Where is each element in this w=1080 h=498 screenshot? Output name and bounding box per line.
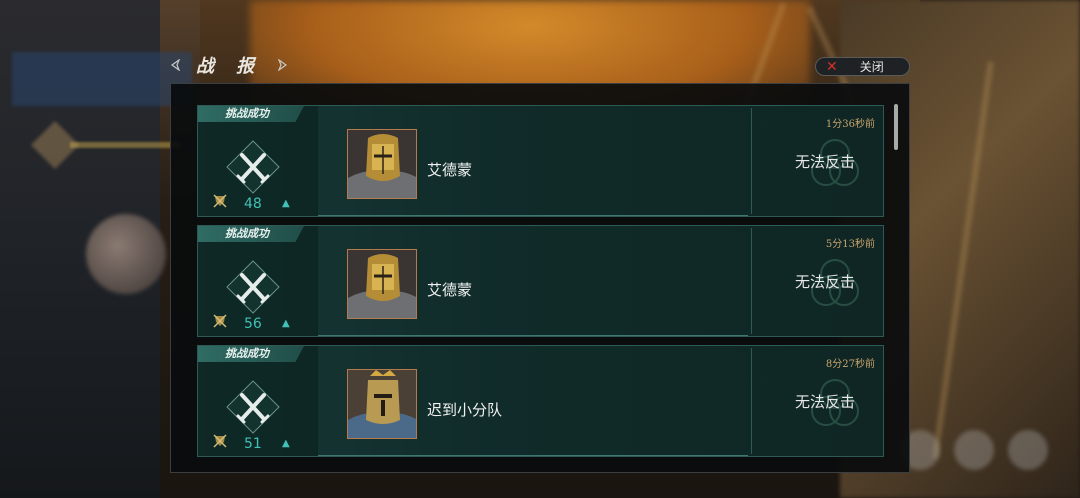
up-arrow-icon: ▲ <box>282 438 290 449</box>
report-card[interactable]: 挑战成功 51 ▲ 迟到小分队 8分27秒前 无法反击 <box>197 345 884 457</box>
counterattack-status: 无法反击 <box>795 393 856 411</box>
card-divider <box>751 228 752 334</box>
close-button-label: 关闭 <box>859 60 884 74</box>
result-badge: 挑战成功 <box>198 226 304 242</box>
scrollbar[interactable] <box>894 104 898 150</box>
opponent-portrait[interactable] <box>347 129 417 199</box>
up-arrow-icon: ▲ <box>282 198 290 209</box>
counterattack-status: 无法反击 <box>795 153 856 171</box>
opponent-name: 迟到小分队 <box>427 401 503 419</box>
page-title: 战 报 <box>196 56 263 77</box>
score-value: 56 <box>244 316 262 332</box>
opponent-portrait[interactable] <box>347 369 417 439</box>
next-arrow-icon[interactable] <box>276 59 288 71</box>
rank-emblem-icon <box>213 434 227 448</box>
time-ago: 5分13秒前 <box>825 239 875 250</box>
rank-emblem-icon <box>213 314 227 328</box>
card-divider <box>751 108 752 214</box>
close-button[interactable]: ✕ 关闭 <box>815 57 910 76</box>
time-ago: 8分27秒前 <box>825 359 875 370</box>
rank-emblem-icon <box>213 194 227 208</box>
report-card[interactable]: 挑战成功 56 ▲ 艾德蒙 5分13秒前 无法反击 <box>197 225 884 337</box>
crossed-swords-icon <box>226 260 280 314</box>
blurred-hud-icons <box>900 430 1070 480</box>
close-icon: ✕ <box>826 58 838 75</box>
opponent-portrait[interactable] <box>347 249 417 319</box>
crossed-swords-icon <box>226 380 280 434</box>
blurred-hud-bar <box>70 142 180 148</box>
blurred-hud-panel <box>12 52 192 106</box>
opponent-name: 艾德蒙 <box>427 281 473 299</box>
counterattack-status: 无法反击 <box>795 273 856 291</box>
score-value: 48 <box>244 196 262 212</box>
opponent-name: 艾德蒙 <box>427 161 473 179</box>
crossed-swords-icon <box>226 140 280 194</box>
result-badge: 挑战成功 <box>198 346 304 362</box>
report-header: 战 报 <box>170 50 288 80</box>
time-ago: 1分36秒前 <box>825 119 875 130</box>
up-arrow-icon: ▲ <box>282 318 290 329</box>
card-divider <box>751 348 752 454</box>
report-card[interactable]: 挑战成功 48 ▲ 艾德蒙 1分36秒前 无法反击 <box>197 105 884 217</box>
result-badge: 挑战成功 <box>198 106 304 122</box>
score-value: 51 <box>244 436 262 452</box>
blurred-hud-orb <box>86 214 166 294</box>
prev-arrow-icon[interactable] <box>170 59 182 71</box>
